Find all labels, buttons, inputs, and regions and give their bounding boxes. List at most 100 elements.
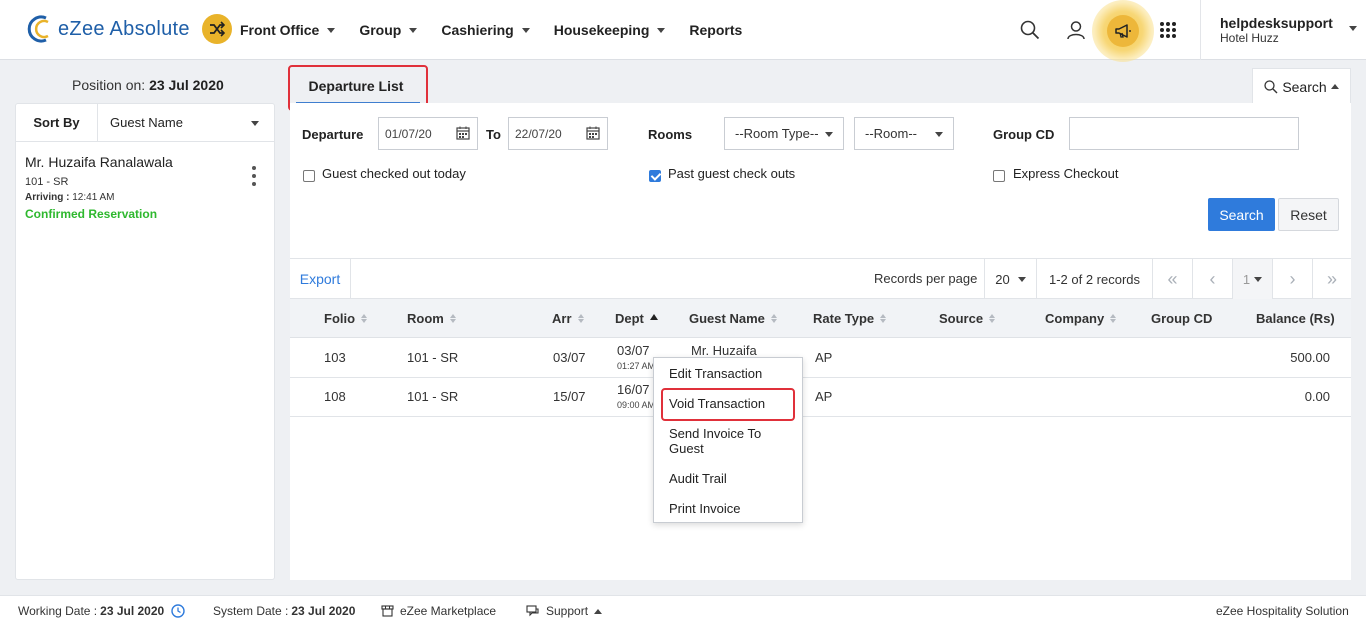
- support-label: Support: [546, 604, 589, 618]
- table-row[interactable]: 108 101 - SR 15/07 16/07 09:00 AM AP 0.0…: [290, 378, 1351, 417]
- column-balance[interactable]: Balance (Rs): [1256, 311, 1335, 326]
- megaphone-icon: [1107, 15, 1139, 47]
- hotel-name: Hotel Huzz: [1220, 31, 1279, 45]
- column-group-cd[interactable]: Group CD: [1151, 311, 1212, 326]
- chevron-down-icon: [935, 132, 943, 137]
- user-menu-chevron-icon[interactable]: [1349, 26, 1357, 31]
- guest-arriving: Arriving : 12:41 AM: [25, 192, 115, 203]
- reset-button[interactable]: Reset: [1278, 198, 1339, 231]
- grid-toolbar: Export Records per page 20 1-2 of 2 reco…: [290, 259, 1351, 299]
- guest-card[interactable]: Mr. Huzaifa Ranalawala 101 - SR Arriving…: [16, 142, 274, 226]
- sort-icon: [989, 314, 996, 323]
- apps-grid-icon[interactable]: [1156, 18, 1180, 42]
- system-date-label: System Date :: [213, 604, 289, 618]
- express-checkout-checkbox[interactable]: [993, 170, 1005, 182]
- cell-guest-name: Mr. Huzaifa: [691, 343, 757, 358]
- sort-by-value: Guest Name: [110, 115, 183, 130]
- sort-by-select[interactable]: Guest Name: [98, 104, 275, 142]
- records-info: 1-2 of 2 records: [1036, 259, 1152, 299]
- column-company[interactable]: Company: [1045, 311, 1117, 326]
- guest-list-panel: Sort By Guest Name Mr. Huzaifa Ranalawal…: [15, 103, 275, 580]
- search-button[interactable]: Search: [1208, 198, 1275, 231]
- sort-icon: [577, 314, 584, 323]
- nav-group[interactable]: Group: [359, 22, 418, 38]
- column-dept[interactable]: Dept: [615, 311, 658, 326]
- cell-folio: 103: [324, 350, 346, 365]
- column-folio[interactable]: Folio: [324, 311, 368, 326]
- first-page-icon[interactable]: «: [1152, 259, 1192, 299]
- top-navigation-bar: eZee Absolute Front Office Group Cashier…: [0, 0, 1366, 62]
- calendar-icon[interactable]: [456, 126, 470, 140]
- cell-dept-time: 01:27 AM: [617, 361, 656, 371]
- menu-item-edit-transaction[interactable]: Edit Transaction: [669, 366, 762, 381]
- rooms-label: Rooms: [648, 127, 693, 142]
- guest-room: 101 - SR: [25, 176, 69, 188]
- cell-balance: 0.00: [1304, 389, 1330, 404]
- guest-checked-out-today-checkbox[interactable]: [303, 170, 315, 182]
- last-page-icon[interactable]: »: [1312, 259, 1351, 299]
- previous-page-icon[interactable]: ‹: [1192, 259, 1232, 299]
- search-toggle[interactable]: Search: [1252, 68, 1351, 104]
- column-arr[interactable]: Arr: [552, 311, 584, 326]
- departure-to-date[interactable]: 22/07/20: [508, 117, 608, 150]
- cell-arr: 03/07: [553, 350, 586, 365]
- user-name[interactable]: helpdesksupport: [1220, 15, 1333, 31]
- export-button[interactable]: Export: [290, 259, 351, 299]
- chevron-down-icon: [327, 27, 336, 33]
- chevron-down-icon: [657, 27, 666, 33]
- next-page-icon[interactable]: ›: [1272, 259, 1312, 299]
- search-icon[interactable]: [1018, 18, 1042, 42]
- search-icon: [1264, 79, 1278, 93]
- column-rate-type[interactable]: Rate Type: [813, 311, 887, 326]
- cell-dept: 16/07: [617, 382, 650, 397]
- more-options-icon[interactable]: [250, 166, 258, 186]
- column-source[interactable]: Source: [939, 311, 996, 326]
- records-per-page-select[interactable]: 20: [984, 259, 1036, 299]
- cell-balance: 500.00: [1290, 350, 1330, 365]
- clock-icon[interactable]: [171, 604, 185, 618]
- calendar-icon[interactable]: [586, 126, 600, 140]
- sort-by-label: Sort By: [16, 104, 98, 142]
- row-context-menu: Edit Transaction Void Transaction Send I…: [653, 357, 803, 523]
- sort-icon: [449, 314, 456, 323]
- page-select[interactable]: 1: [1232, 259, 1272, 299]
- room-select[interactable]: --Room--: [854, 117, 954, 150]
- user-profile-icon[interactable]: [1064, 18, 1088, 42]
- working-date: Working Date :23 Jul 2020: [18, 604, 185, 618]
- departure-from-date[interactable]: 01/07/20: [378, 117, 478, 150]
- main-menu: Front Office Group Cashiering Housekeepi…: [240, 0, 766, 60]
- chevron-up-icon: [1330, 84, 1339, 89]
- chevron-down-icon: [825, 132, 833, 137]
- column-guest-name[interactable]: Guest Name: [689, 311, 777, 326]
- nav-cashiering[interactable]: Cashiering: [441, 22, 530, 38]
- table-row[interactable]: 103 101 - SR 03/07 03/07 01:27 AM Mr. Hu…: [290, 339, 1351, 378]
- menu-item-print-invoice[interactable]: Print Invoice: [669, 501, 741, 516]
- nav-front-office[interactable]: Front Office: [240, 22, 336, 38]
- nav-housekeeping[interactable]: Housekeeping: [554, 22, 666, 38]
- group-cd-input[interactable]: [1069, 117, 1299, 150]
- app-logo[interactable]: eZee Absolute: [26, 14, 190, 44]
- arriving-time: 12:41 AM: [72, 192, 115, 203]
- working-date-label: Working Date :: [18, 604, 98, 618]
- switch-property-icon[interactable]: [202, 14, 232, 44]
- group-cd-label: Group CD: [993, 127, 1055, 142]
- menu-item-audit-trail[interactable]: Audit Trail: [669, 471, 727, 486]
- room-type-value: --Room Type--: [735, 126, 819, 141]
- column-room[interactable]: Room: [407, 311, 456, 326]
- room-type-select[interactable]: --Room Type--: [724, 117, 844, 150]
- support-menu[interactable]: Support: [526, 604, 603, 618]
- records-per-page-label: Records per page: [874, 271, 978, 286]
- sort-icon: [770, 314, 777, 323]
- menu-item-send-invoice[interactable]: Send Invoice To Guest: [669, 426, 779, 456]
- cell-room: 101 - SR: [407, 389, 459, 404]
- chevron-down-icon: [409, 27, 418, 33]
- sort-ascending-icon: [649, 313, 658, 320]
- table-header: Folio Room Arr Dept Guest Name Rate Type…: [290, 299, 1351, 338]
- announcements-button[interactable]: [1092, 0, 1154, 62]
- chevron-down-icon: [1254, 276, 1263, 282]
- cell-arr: 15/07: [553, 389, 586, 404]
- marketplace-label: eZee Marketplace: [400, 604, 497, 618]
- past-guest-check-outs-checkbox[interactable]: [649, 170, 661, 182]
- marketplace-link[interactable]: eZee Marketplace: [381, 604, 496, 618]
- nav-reports[interactable]: Reports: [689, 22, 742, 38]
